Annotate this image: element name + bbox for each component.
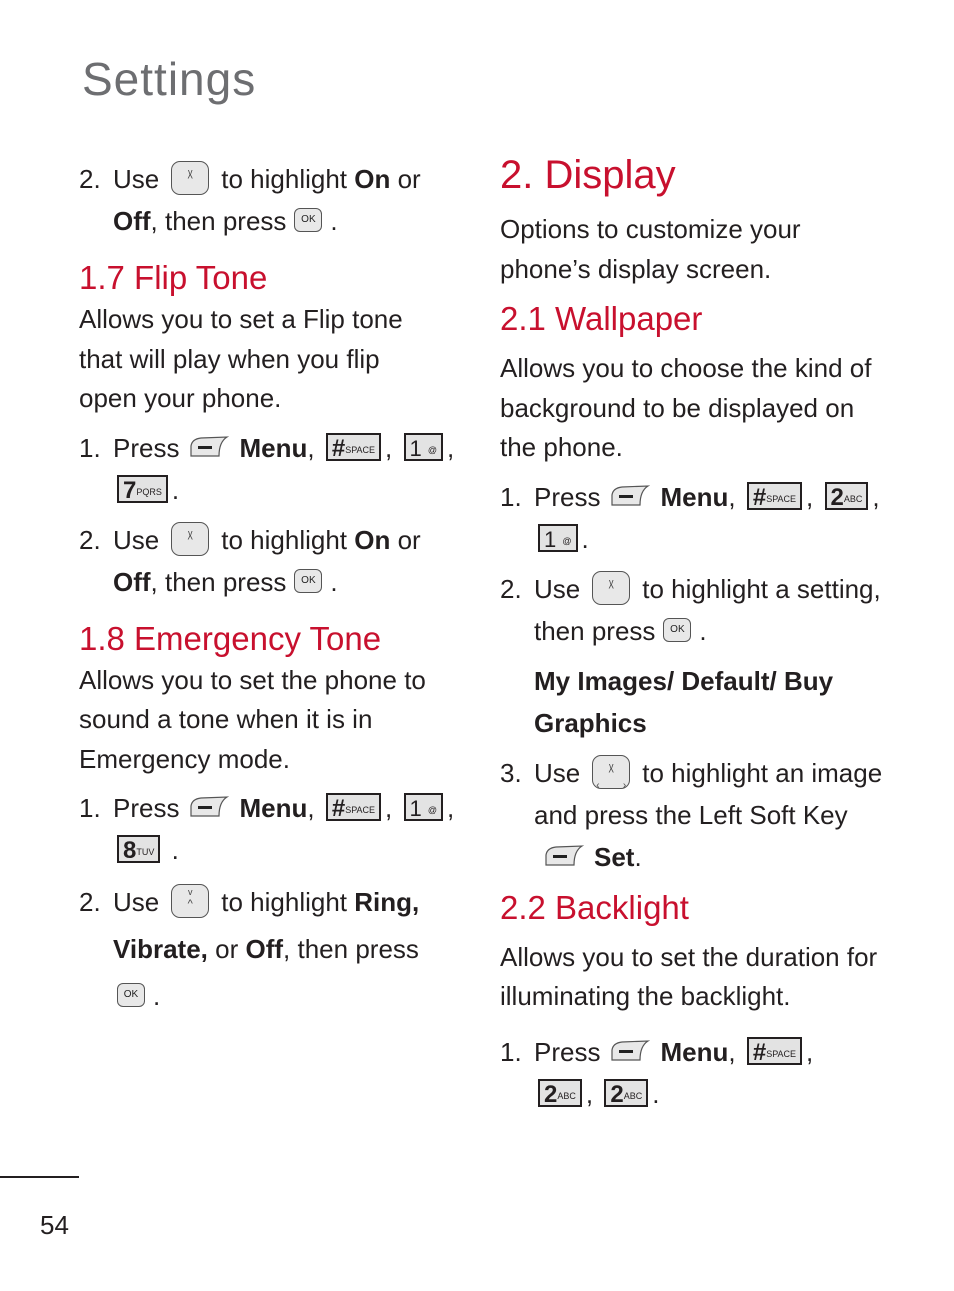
left-soft-key-icon (611, 1039, 651, 1061)
footer-rule (0, 1176, 79, 1178)
up-down-navigation-key-icon (171, 512, 210, 561)
up-down-navigation-key-icon (171, 151, 210, 200)
backlight-description: Allows you to set the duration for illum… (500, 941, 878, 1012)
emergency-tone-step-2: 2.Useto highlight Ring, Vibrate, or Off,… (79, 869, 469, 1020)
up-down-navigation-key-icon (592, 561, 631, 610)
ok-key-icon: OK (663, 617, 692, 642)
wallpaper-step-2: 2.Useto highlight a setting, then pressO… (500, 561, 900, 652)
up-down-navigation-key-icon (171, 869, 210, 928)
page-number: 54 (40, 1210, 69, 1240)
1-voicemail-key-icon: 1 @ (403, 793, 444, 822)
section-heading-emergency-tone: 1.8 Emergency Tone (79, 619, 382, 657)
emergency-tone-description: Allows you to set the phone to sound a t… (79, 664, 426, 774)
2-abc-key-icon: 2ABC (538, 1078, 582, 1108)
section-heading-backlight: 2.2 Backlight (500, 888, 689, 926)
flip-tone-description: Allows you to set a Flip tone that will … (79, 304, 403, 413)
flip-tone-step-1: 1. Press Menu, #SPACE, 1 @, 7PQRS. (79, 432, 455, 505)
section-heading-display: 2. Display (500, 153, 676, 197)
backlight-step-1: 1. Press Menu, #SPACE, 2ABC, 2ABC. (500, 1036, 814, 1109)
wallpaper-step-3: 3.Use‹›to highlight an image and press t… (500, 745, 900, 878)
7-pqrs-key-icon: 7PQRS (117, 474, 168, 504)
2-abc-key-icon: 2ABC (604, 1078, 649, 1108)
hash-space-key-icon: #SPACE (325, 793, 382, 822)
ok-key-icon: OK (117, 983, 145, 1008)
1-voicemail-key-icon: 1 @ (538, 523, 578, 552)
wallpaper-step-1: 1. Press Menu, #SPACE, 2ABC, 1 @. (500, 481, 880, 554)
ok-key-icon: OK (294, 208, 323, 233)
hash-space-key-icon: #SPACE (746, 481, 803, 511)
8-tuv-key-icon: 8TUV (117, 835, 161, 864)
left-soft-key-icon (545, 844, 584, 866)
step-highlight-on-off: 2.Useto highlight On or Off, then pressO… (79, 151, 469, 242)
hash-space-key-icon: #SPACE (325, 432, 382, 462)
emergency-tone-step-1: 1. Press Menu, #SPACE, 1 @, 8TUV . (79, 793, 455, 865)
wallpaper-options: My Images/ Default/ Buy Graphics (534, 665, 834, 738)
left-soft-key-icon (190, 435, 230, 457)
wallpaper-description: Allows you to choose the kind of backgro… (500, 353, 872, 462)
four-way-navigation-key-icon: ‹› (592, 745, 631, 794)
right-column: 2. Display Options to customize your pho… (500, 150, 900, 1115)
left-column: 2.Useto highlight On or Off, then pressO… (79, 151, 469, 1020)
section-heading-flip-tone: 1.7 Flip Tone (79, 259, 268, 296)
flip-tone-step-2: 2.Useto highlight On or Off, then pressO… (79, 512, 469, 603)
display-description: Options to customize your phone’s displa… (500, 214, 801, 284)
ok-key-icon: OK (294, 568, 323, 593)
left-soft-key-icon (611, 484, 651, 506)
section-heading-wallpaper: 2.1 Wallpaper (500, 300, 703, 337)
page-title: Settings (82, 53, 257, 105)
2-abc-key-icon: 2ABC (824, 481, 869, 511)
left-soft-key-icon (190, 796, 230, 817)
1-voicemail-key-icon: 1 @ (403, 432, 444, 461)
hash-space-key-icon: #SPACE (746, 1036, 803, 1066)
